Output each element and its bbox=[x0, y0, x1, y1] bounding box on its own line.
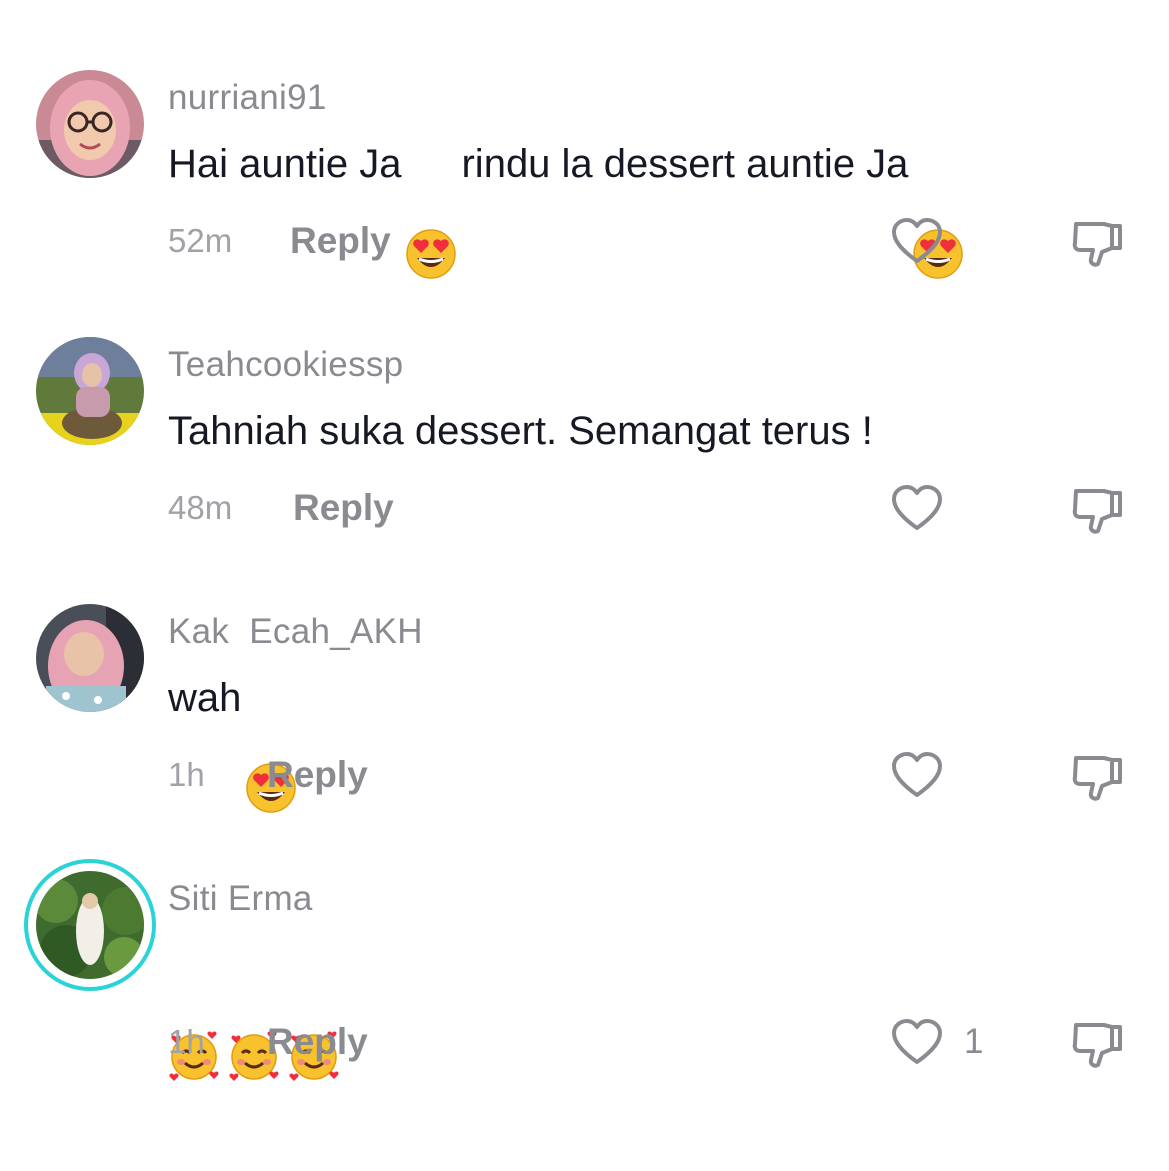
dislike-button[interactable] bbox=[1070, 216, 1124, 270]
like-button[interactable]: 1 bbox=[890, 1017, 983, 1067]
comment-time: 52m bbox=[168, 222, 233, 259]
avatar-image bbox=[36, 337, 144, 445]
reply-button[interactable]: Reply bbox=[290, 220, 391, 262]
smiling-face-with-hearts-emoji bbox=[288, 939, 340, 1081]
comment-item: Kak Ecah_AKH wah 1h Reply bbox=[0, 534, 1169, 813]
thumbs-down-icon bbox=[1072, 489, 1122, 534]
like-button[interactable] bbox=[890, 216, 964, 266]
dislike-button[interactable] bbox=[1070, 483, 1124, 537]
dislike-button[interactable] bbox=[1070, 750, 1124, 804]
comment-text-part: wah bbox=[168, 675, 242, 720]
comment-meta: 1h Reply bbox=[168, 1019, 368, 1065]
username[interactable]: Teahcookiessp bbox=[168, 345, 403, 385]
avatar-image bbox=[36, 604, 144, 712]
avatar-image bbox=[36, 871, 144, 979]
heart-eyes-emoji bbox=[912, 138, 964, 279]
heart-eyes-emoji bbox=[245, 672, 297, 813]
comment-text-part: Hai auntie Ja bbox=[168, 141, 402, 186]
comment-meta: 48m Reply bbox=[168, 485, 394, 531]
like-button[interactable] bbox=[890, 483, 964, 533]
like-button[interactable] bbox=[890, 750, 964, 800]
avatar[interactable] bbox=[36, 604, 144, 712]
heart-outline-icon bbox=[892, 485, 942, 530]
dislike-button[interactable] bbox=[1070, 1017, 1124, 1071]
heart-outline-icon bbox=[892, 1019, 942, 1064]
comment-meta: 52m Reply bbox=[168, 218, 391, 264]
comment-item: nurriani91 Hai auntie Ja rindu la desser… bbox=[0, 0, 1169, 279]
avatar[interactable] bbox=[24, 859, 156, 991]
username[interactable]: Siti Erma bbox=[168, 879, 313, 919]
reply-button[interactable]: Reply bbox=[267, 1021, 368, 1063]
comment-time: 1h bbox=[168, 1023, 205, 1060]
like-count: 1 bbox=[964, 1022, 984, 1061]
username[interactable]: Kak Ecah_AKH bbox=[168, 612, 423, 652]
heart-eyes-emoji bbox=[405, 138, 457, 279]
heart-outline-icon bbox=[892, 752, 942, 797]
comment-time: 48m bbox=[168, 489, 233, 526]
comment-text: Tahniah suka dessert. Semangat terus ! bbox=[168, 405, 873, 457]
heart-outline-icon bbox=[892, 218, 942, 263]
comment-text-part: rindu la dessert auntie Ja bbox=[461, 141, 909, 186]
comment-meta: 1h Reply bbox=[168, 752, 368, 798]
avatar[interactable] bbox=[36, 337, 144, 445]
thumbs-down-icon bbox=[1072, 756, 1122, 801]
avatar[interactable] bbox=[36, 70, 144, 178]
reply-button[interactable]: Reply bbox=[293, 487, 394, 529]
comment-item: Teahcookiessp Tahniah suka dessert. Sema… bbox=[0, 267, 1169, 534]
comment-text: Hai auntie Ja rindu la dessert auntie Ja bbox=[168, 138, 964, 279]
smiling-face-with-hearts-emoji bbox=[168, 939, 220, 1081]
smiling-face-with-hearts-emoji bbox=[228, 939, 280, 1081]
comment-text bbox=[168, 939, 340, 1081]
comment-text-part: Tahniah suka dessert. Semangat terus ! bbox=[168, 408, 873, 453]
username[interactable]: nurriani91 bbox=[168, 78, 327, 118]
comment-item: Siti Erma 1h Reply 1 bbox=[0, 801, 1169, 1081]
avatar-image bbox=[36, 70, 144, 178]
thumbs-down-icon bbox=[1072, 1023, 1122, 1068]
comment-time: 1h bbox=[168, 756, 205, 793]
comment-text: wah bbox=[168, 672, 297, 813]
thumbs-down-icon bbox=[1072, 222, 1122, 267]
reply-button[interactable]: Reply bbox=[267, 754, 368, 796]
